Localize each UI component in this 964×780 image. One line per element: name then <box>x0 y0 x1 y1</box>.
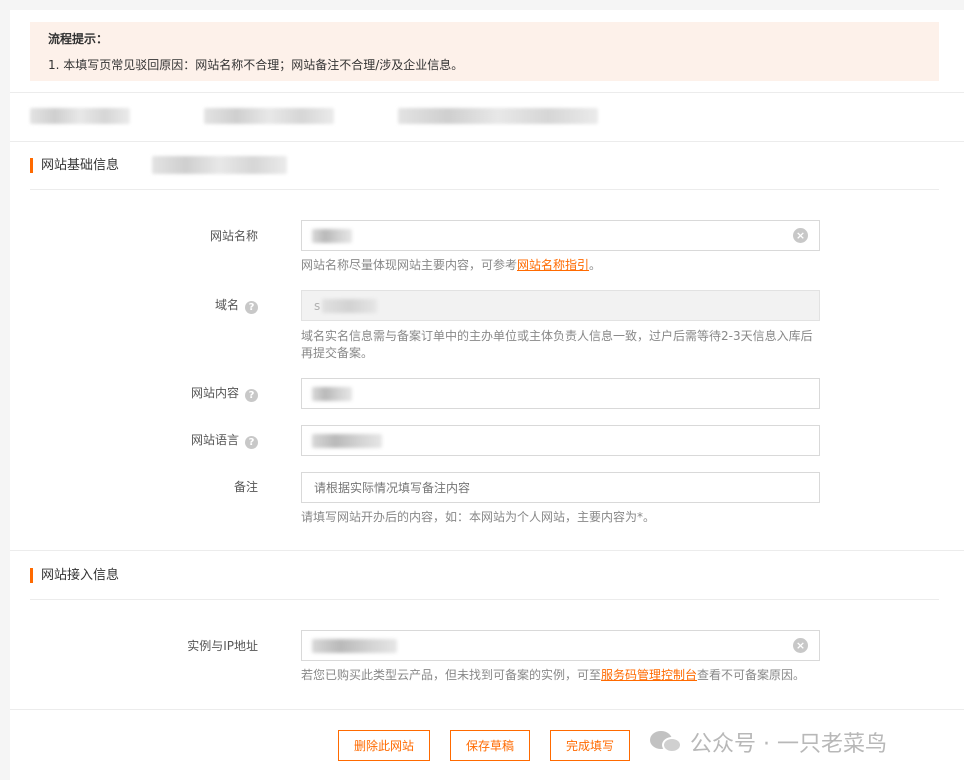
help-icon[interactable]: ? <box>245 301 258 314</box>
redacted-value <box>312 387 352 401</box>
help-icon[interactable]: ? <box>245 389 258 402</box>
domain-input: s <box>301 290 820 321</box>
service-code-console-link[interactable]: 服务码管理控制台 <box>601 668 697 682</box>
notice-text: 1. 本填写页常见驳回原因：网站名称不合理；网站备注不合理/涉及企业信息。 <box>48 58 464 72</box>
redacted-value <box>312 639 397 653</box>
language-label: 网站语言? <box>191 432 258 449</box>
section-title-access: 网站接入信息 <box>30 568 119 583</box>
save-draft-button[interactable]: 保存草稿 <box>450 730 530 761</box>
instance-ip-label: 实例与IP地址 <box>187 639 258 653</box>
clear-icon[interactable]: × <box>793 638 808 653</box>
delete-site-button[interactable]: 删除此网站 <box>338 730 430 761</box>
content-label: 网站内容? <box>191 385 258 402</box>
domain-hint: 域名实名信息需与备案订单中的主办单位或主体负责人信息一致，过户后需等待2-3天信… <box>301 329 813 360</box>
help-icon[interactable]: ? <box>245 436 258 449</box>
instance-ip-select[interactable]: × <box>301 630 820 661</box>
section-divider <box>30 189 939 190</box>
clear-icon[interactable]: × <box>793 228 808 243</box>
instance-ip-hint: 若您已购买此类型云产品，但未找到可备案的实例，可至服务码管理控制台查看不可备案原… <box>301 668 806 682</box>
divider <box>10 709 964 710</box>
filing-form-page: 流程提示： 1. 本填写页常见驳回原因：网站名称不合理；网站备注不合理/涉及企业… <box>10 10 964 780</box>
remark-input[interactable] <box>301 472 820 503</box>
redacted-text <box>30 108 130 124</box>
section-divider <box>30 599 939 600</box>
language-select[interactable] <box>301 425 820 456</box>
redacted-value <box>312 434 382 448</box>
section-title-basic: 网站基础信息 <box>30 158 119 173</box>
redacted-text <box>204 108 334 124</box>
wechat-icon <box>650 729 684 755</box>
divider <box>10 141 964 142</box>
site-name-hint: 网站名称尽量体现网站主要内容，可参考网站名称指引。 <box>301 258 602 272</box>
site-name-input[interactable]: × <box>301 220 820 251</box>
notice-title: 流程提示： <box>48 32 109 46</box>
redacted-text <box>152 156 287 174</box>
watermark: 公众号 · 一只老菜鸟 <box>650 726 887 758</box>
complete-button[interactable]: 完成填写 <box>550 730 630 761</box>
site-name-label: 网站名称 <box>209 229 258 243</box>
process-notice: 流程提示： 1. 本填写页常见驳回原因：网站名称不合理；网站备注不合理/涉及企业… <box>30 22 939 81</box>
remark-text-field[interactable] <box>302 473 819 502</box>
divider <box>10 550 964 551</box>
watermark-text: 公众号 · 一只老菜鸟 <box>690 732 887 757</box>
redacted-value <box>312 229 352 243</box>
redacted-text <box>398 108 598 124</box>
domain-value-prefix: s <box>314 299 321 313</box>
domain-label: 域名? <box>215 297 258 314</box>
remark-label: 备注 <box>233 480 258 494</box>
remark-hint: 请填写网站开办后的内容，如：本网站为个人网站，主要内容为*。 <box>301 510 656 524</box>
redacted-value <box>322 299 377 313</box>
content-select[interactable] <box>301 378 820 409</box>
divider <box>10 92 964 93</box>
site-name-guide-link[interactable]: 网站名称指引 <box>517 258 589 272</box>
redacted-summary-row <box>28 105 728 127</box>
